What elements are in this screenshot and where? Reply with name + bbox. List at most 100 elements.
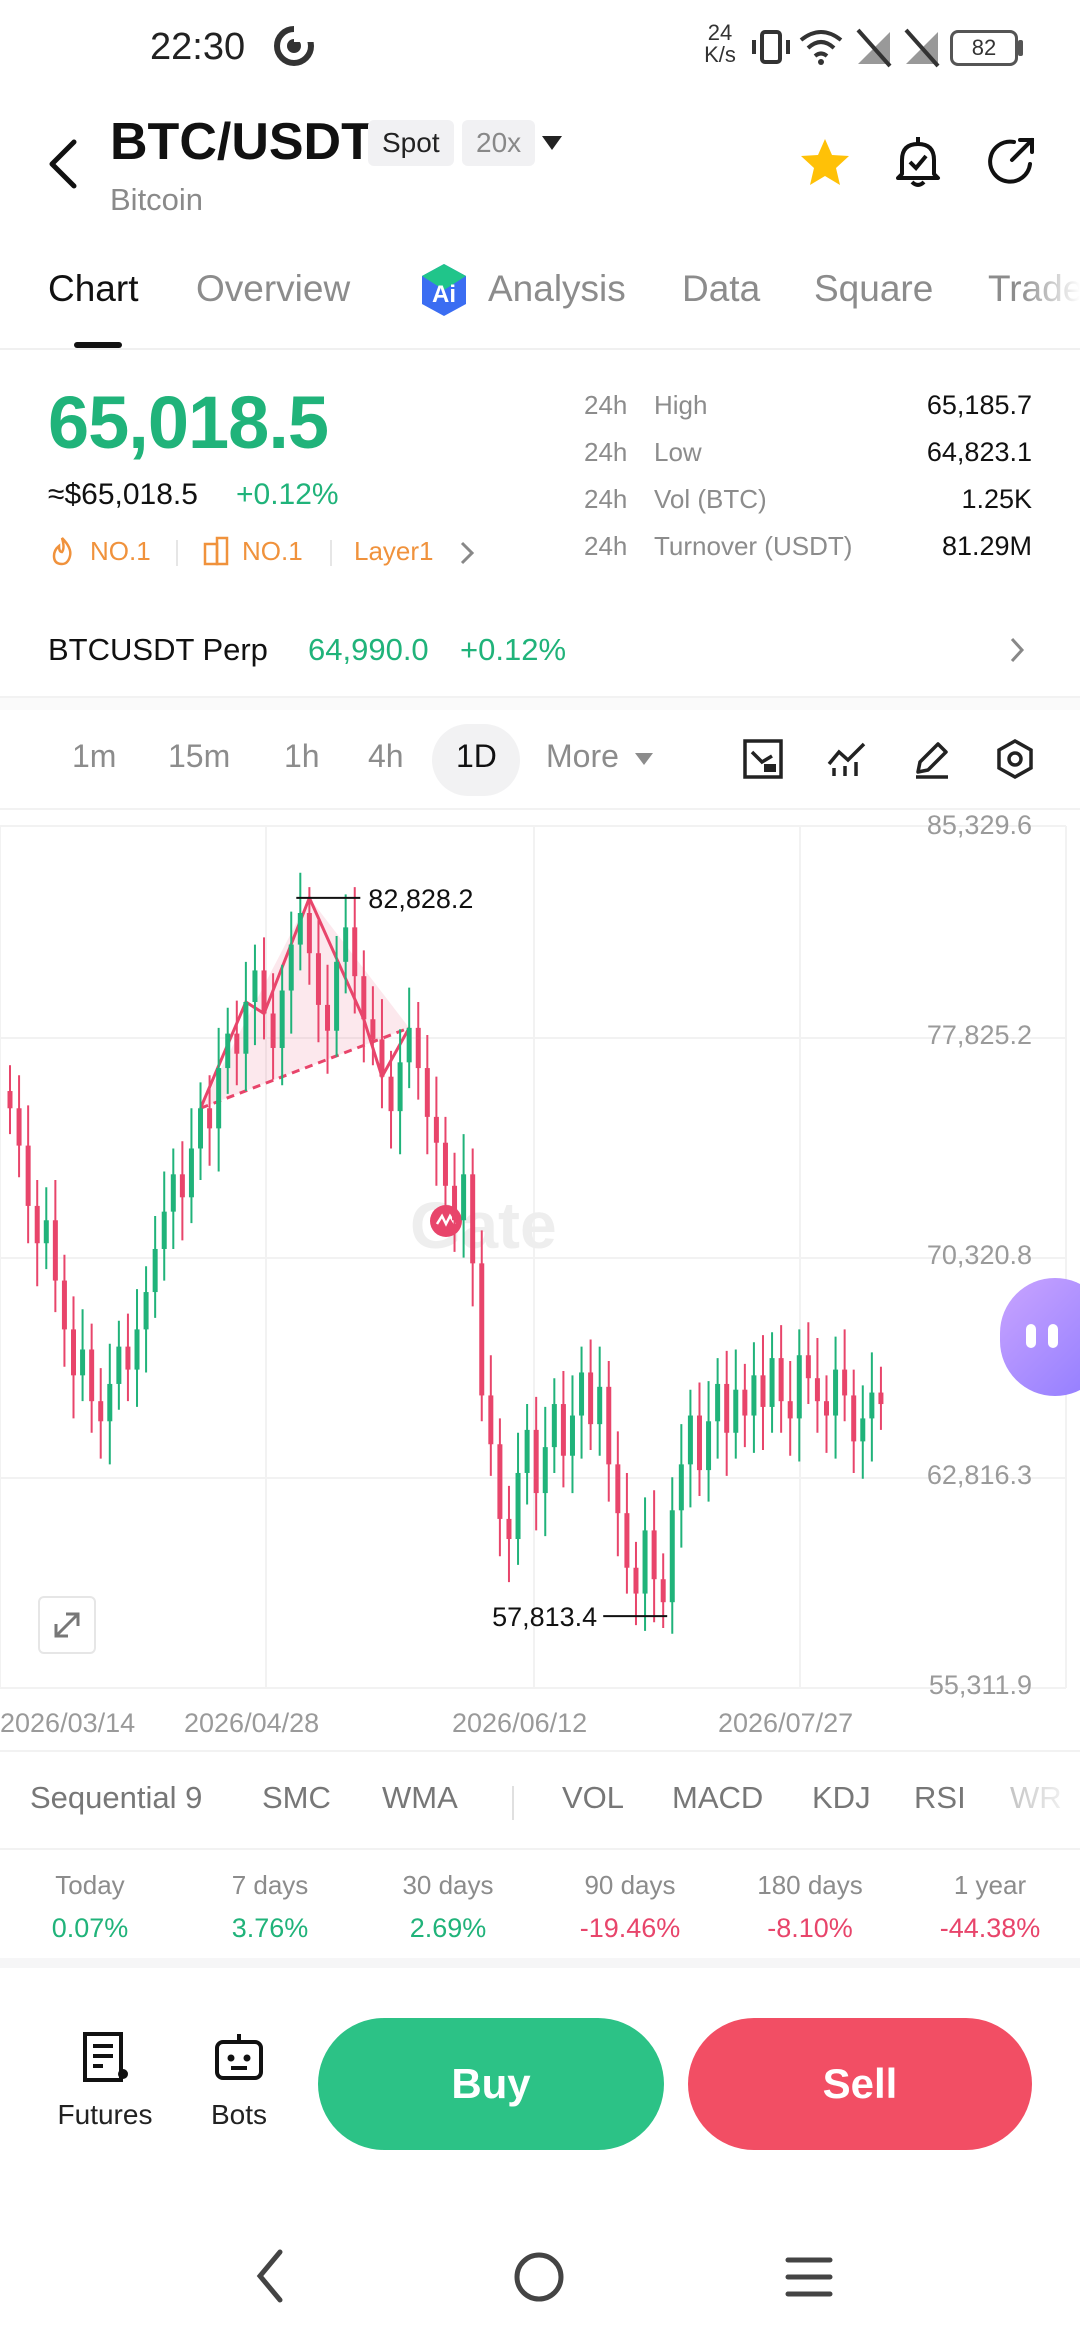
indicator-macd[interactable]: MACD xyxy=(672,1780,763,1816)
timeframe-1h[interactable]: 1h xyxy=(284,738,320,775)
candle-body xyxy=(524,1429,530,1473)
candle-body xyxy=(433,1116,439,1143)
rank-tag-hot[interactable]: NO.1 xyxy=(90,536,151,567)
candle-body xyxy=(334,961,340,1031)
candle-body xyxy=(461,1174,467,1221)
system-nav-bar xyxy=(0,2220,1080,2340)
indicator-kdj[interactable]: KDJ xyxy=(812,1780,871,1816)
building-icon xyxy=(203,536,229,566)
tab-data[interactable]: Data xyxy=(682,268,760,310)
settings-icon[interactable] xyxy=(994,738,1036,780)
tab-chart[interactable]: Chart xyxy=(48,268,138,310)
candle-body xyxy=(633,1567,639,1594)
buy-button[interactable]: Buy xyxy=(318,2018,664,2150)
y-tick: 62,816.3 xyxy=(926,1460,1032,1490)
favorite-star-icon[interactable] xyxy=(798,136,852,190)
futures-button[interactable]: Futures xyxy=(50,2030,160,2131)
sell-button[interactable]: Sell xyxy=(688,2018,1032,2150)
timeframe-4h[interactable]: 4h xyxy=(368,738,404,775)
candle-body xyxy=(415,1027,421,1069)
indicator-vol[interactable]: VOL xyxy=(562,1780,624,1816)
perf-1y: 1 year -44.38% xyxy=(939,1870,1041,1943)
candle-body xyxy=(252,970,258,1003)
bots-button[interactable]: Bots xyxy=(194,2030,284,2131)
candle-body xyxy=(34,1205,40,1244)
share-icon[interactable] xyxy=(984,134,1040,190)
timeframe-1d[interactable]: 1D xyxy=(456,738,497,775)
perf-180d: 180 days -8.10% xyxy=(757,1870,863,1943)
nav-home-icon[interactable] xyxy=(512,2250,566,2304)
active-tab-indicator xyxy=(74,342,122,348)
candle-body xyxy=(542,1447,548,1494)
stat-value-vol: 1.25K xyxy=(961,484,1032,514)
candle-body xyxy=(297,912,303,945)
candle-body xyxy=(198,1108,204,1149)
stat-value-low: 64,823.1 xyxy=(926,437,1032,467)
indicator-rsi[interactable]: RSI xyxy=(914,1780,966,1816)
perf-today: Today 0.07% xyxy=(51,1870,129,1943)
timeframe-1m[interactable]: 1m xyxy=(72,738,116,775)
x-tick: 2026/03/14 xyxy=(0,1708,136,1738)
indicator-row: Sequential 9 SMC WMA VOL MACD KDJ RSI WR xyxy=(0,1750,1080,1850)
stat-period: 24h xyxy=(584,437,628,467)
candle-body xyxy=(370,1019,376,1040)
chevron-right-icon xyxy=(1010,637,1025,663)
no-signal-icon-2 xyxy=(904,28,940,68)
expand-icon xyxy=(54,1612,80,1638)
spot-chip: Spot xyxy=(368,120,454,166)
low-marker-label: 57,813.4 xyxy=(492,1602,597,1632)
y-tick: 77,825.2 xyxy=(926,1020,1032,1050)
status-time: 22:30 xyxy=(150,26,246,68)
candle-body xyxy=(279,990,285,1048)
chart-canvas[interactable]: Gate 82,828.257,813.4 xyxy=(0,818,1080,1708)
candle-body xyxy=(833,1369,839,1416)
candle-body xyxy=(787,1401,793,1419)
indicator-wma[interactable]: WMA xyxy=(382,1780,458,1816)
indicator-sequential9[interactable]: Sequential 9 xyxy=(30,1780,202,1816)
more-caret-icon[interactable] xyxy=(634,752,654,766)
candle-body xyxy=(869,1392,875,1419)
dropdown-caret-icon[interactable] xyxy=(540,134,564,152)
back-arrow-icon[interactable] xyxy=(44,138,84,190)
indicator-icon[interactable] xyxy=(826,738,868,780)
timeframe-15m[interactable]: 15m xyxy=(168,738,230,775)
tab-overview[interactable]: Overview xyxy=(196,268,350,310)
candle-body xyxy=(851,1395,857,1442)
draw-pen-icon[interactable] xyxy=(910,738,952,780)
price-alert-icon[interactable] xyxy=(890,134,946,192)
candle-body xyxy=(687,1415,693,1465)
pattern-fill xyxy=(200,897,410,1109)
stat-value-turnover: 81.29M xyxy=(941,531,1032,561)
candle-body xyxy=(624,1513,630,1568)
candle-body xyxy=(515,1472,521,1540)
candle-body xyxy=(80,1349,86,1376)
perp-row[interactable]: BTCUSDT Perp 64,990.0 +0.12% xyxy=(0,610,1080,698)
tab-analysis[interactable]: Analysis xyxy=(488,268,626,310)
category-tag[interactable]: Layer1 xyxy=(354,536,434,567)
candle-body xyxy=(7,1091,13,1109)
candle-body xyxy=(43,1220,49,1244)
candle-body xyxy=(724,1383,730,1433)
nav-back-icon[interactable] xyxy=(252,2248,288,2304)
nav-menu-icon[interactable] xyxy=(784,2254,834,2300)
candle-body xyxy=(452,1185,458,1221)
tab-square[interactable]: Square xyxy=(814,268,933,310)
candle-body xyxy=(52,1220,58,1281)
candle-body xyxy=(778,1358,784,1402)
candle-body xyxy=(216,1068,222,1129)
timeframe-more[interactable]: More xyxy=(546,738,619,775)
candle-body xyxy=(225,1033,231,1069)
rank-tag-market[interactable]: NO.1 xyxy=(242,536,303,567)
leverage-chip[interactable]: 20x xyxy=(462,120,536,166)
perp-change: +0.12% xyxy=(460,632,567,667)
chart-type-icon[interactable] xyxy=(742,738,784,780)
candle-body xyxy=(751,1375,757,1416)
chevron-right-icon[interactable] xyxy=(458,540,476,566)
candlestick-chart[interactable]: Gate 82,828.2 57,813.4 85,329.6 77,825.2 … xyxy=(0,810,1080,1708)
candle-body xyxy=(179,1174,185,1198)
candle-body xyxy=(696,1415,702,1471)
flame-icon xyxy=(52,537,72,566)
perf-7d: 7 days 3.76% xyxy=(231,1870,309,1943)
fullscreen-button[interactable] xyxy=(38,1596,96,1654)
indicator-smc[interactable]: SMC xyxy=(262,1780,331,1816)
